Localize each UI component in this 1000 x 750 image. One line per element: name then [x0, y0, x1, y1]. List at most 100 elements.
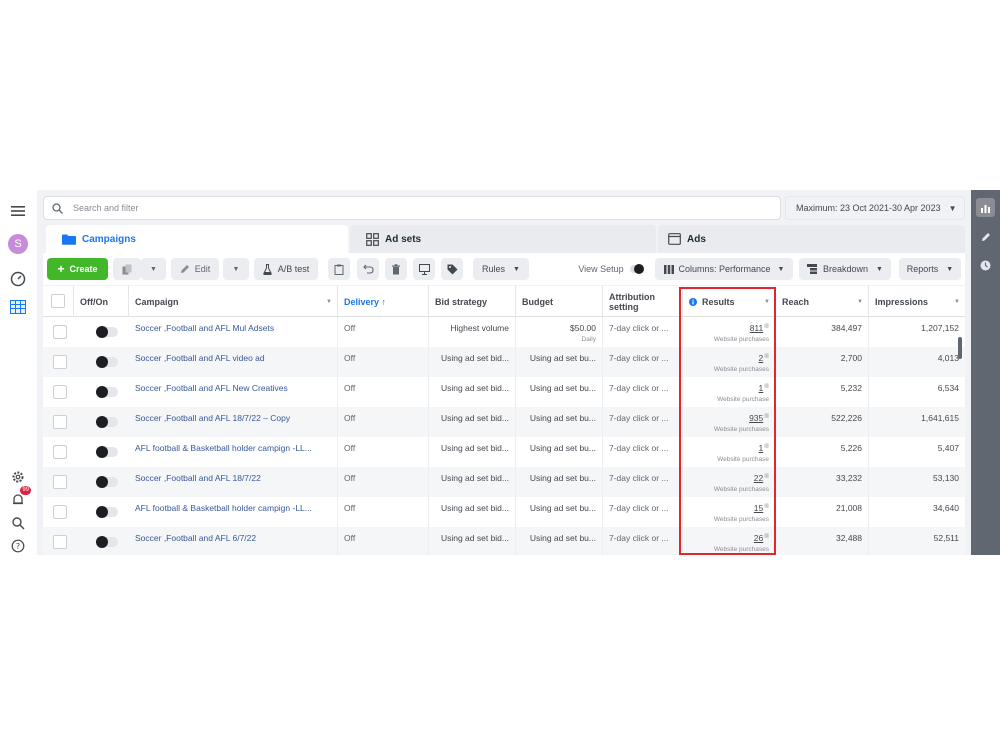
- results-cell[interactable]: 811▥ Website purchases: [683, 317, 776, 347]
- folder-icon: [62, 234, 76, 245]
- results-cell[interactable]: 15▥ Website purchases: [683, 497, 776, 527]
- tab-campaigns[interactable]: Campaigns: [46, 225, 348, 253]
- archive-button[interactable]: [328, 258, 350, 280]
- pencil-icon[interactable]: [976, 227, 995, 246]
- row-checkbox[interactable]: [53, 355, 67, 369]
- campaign-name-link[interactable]: Soccer ,Football and AFL 18/7/22 – Copy: [129, 407, 338, 437]
- bar-chart-icon: ▥: [764, 383, 769, 389]
- row-checkbox[interactable]: [53, 505, 67, 519]
- table-row[interactable]: Soccer ,Football and AFL Mul Adsets Off …: [43, 317, 965, 347]
- attribution-cell: 7-day click or ...: [603, 347, 683, 377]
- select-all-checkbox[interactable]: [51, 294, 65, 308]
- row-checkbox[interactable]: [53, 475, 67, 489]
- campaign-toggle[interactable]: [96, 506, 118, 518]
- row-checkbox[interactable]: [53, 535, 67, 549]
- menu-icon[interactable]: [7, 200, 29, 222]
- tag-button[interactable]: [441, 258, 463, 280]
- campaign-name-link[interactable]: AFL football & Basketball holder campign…: [129, 437, 338, 467]
- account-avatar[interactable]: S: [7, 233, 29, 255]
- header-reach[interactable]: Reach ▼: [776, 286, 869, 317]
- results-cell[interactable]: 26▥ Website purchases: [683, 527, 776, 555]
- tab-ads[interactable]: Ads: [658, 225, 965, 253]
- view-setup-label: View Setup: [578, 264, 624, 274]
- campaign-name-link[interactable]: Soccer ,Football and AFL New Creatives: [129, 377, 338, 407]
- row-checkbox[interactable]: [53, 415, 67, 429]
- table-row[interactable]: Soccer ,Football and AFL 18/7/22 – Copy …: [43, 407, 965, 437]
- bar-chart-icon[interactable]: [976, 198, 995, 217]
- breakdown-icon: [807, 264, 818, 274]
- info-icon: [689, 297, 697, 306]
- attribution-cell: 7-day click or ...: [603, 317, 683, 347]
- dashboard-gauge-icon[interactable]: [7, 268, 29, 290]
- search-filter-field[interactable]: Search and filter: [43, 196, 781, 220]
- delivery-cell: Off: [338, 407, 429, 437]
- results-cell[interactable]: 22▥ Website purchases: [683, 467, 776, 497]
- campaign-name-link[interactable]: Soccer ,Football and AFL 18/7/22: [129, 467, 338, 497]
- table-row[interactable]: Soccer ,Football and AFL 6/7/22 Off Usin…: [43, 527, 965, 555]
- table-row[interactable]: Soccer ,Football and AFL video ad Off Us…: [43, 347, 965, 377]
- left-navigation-rail: S 99 ?: [0, 190, 37, 555]
- results-sub: Website purchases: [713, 546, 769, 553]
- results-cell[interactable]: 935▥ Website purchases: [683, 407, 776, 437]
- settings-gear-icon[interactable]: [7, 466, 29, 488]
- results-cell[interactable]: 1▥ Website purchase: [683, 377, 776, 407]
- table-scrollbar[interactable]: [958, 337, 962, 359]
- notifications-bell-icon[interactable]: 99: [7, 486, 31, 511]
- header-delivery[interactable]: Delivery ↑: [338, 286, 429, 317]
- campaign-toggle[interactable]: [96, 356, 118, 368]
- campaign-name-link[interactable]: Soccer ,Football and AFL video ad: [129, 347, 338, 377]
- campaign-toggle[interactable]: [96, 326, 118, 338]
- search-icon[interactable]: [7, 512, 29, 534]
- history-clock-icon[interactable]: [976, 256, 995, 275]
- impressions-cell: 1,641,615: [921, 413, 959, 423]
- results-cell[interactable]: 2▥ Website purchases: [683, 347, 776, 377]
- reach-cell: 5,232: [776, 377, 869, 407]
- table-row[interactable]: AFL football & Basketball holder campign…: [43, 497, 965, 527]
- campaign-toggle[interactable]: [96, 476, 118, 488]
- results-cell[interactable]: 1▥ Website purchase: [683, 437, 776, 467]
- edit-button[interactable]: Edit: [171, 258, 219, 280]
- row-checkbox[interactable]: [53, 385, 67, 399]
- campaign-toggle[interactable]: [96, 536, 118, 548]
- table-row[interactable]: Soccer ,Football and AFL New Creatives O…: [43, 377, 965, 407]
- attribution-cell: 7-day click or ...: [603, 437, 683, 467]
- table-row[interactable]: AFL football & Basketball holder campign…: [43, 437, 965, 467]
- header-attribution-setting[interactable]: Attribution setting: [603, 286, 683, 317]
- delete-button[interactable]: [385, 258, 407, 280]
- row-checkbox[interactable]: [53, 325, 67, 339]
- view-setup-toggle[interactable]: View Setup: [571, 258, 651, 280]
- create-button[interactable]: + Create: [47, 258, 108, 280]
- header-results[interactable]: Results ▼: [683, 286, 776, 317]
- campaign-name-link[interactable]: Soccer ,Football and AFL Mul Adsets: [129, 317, 338, 347]
- campaign-name-link[interactable]: AFL football & Basketball holder campign…: [129, 497, 338, 527]
- campaign-toggle[interactable]: [96, 386, 118, 398]
- date-range-picker[interactable]: Maximum: 23 Oct 2021-30 Apr 2023 ▼: [785, 196, 965, 220]
- date-range-label: Maximum: 23 Oct 2021-30 Apr 2023: [796, 203, 941, 213]
- undo-button[interactable]: [357, 258, 379, 280]
- sort-caret-icon: ▼: [326, 298, 332, 305]
- header-budget[interactable]: Budget: [516, 286, 603, 317]
- columns-dropdown[interactable]: Columns: Performance ▼: [655, 258, 793, 280]
- campaign-name-link[interactable]: Soccer ,Football and AFL 6/7/22: [129, 527, 338, 555]
- campaigns-table-icon[interactable]: [7, 296, 29, 318]
- help-icon[interactable]: ?: [7, 535, 29, 557]
- edit-dropdown[interactable]: ▼: [223, 258, 249, 280]
- row-checkbox[interactable]: [53, 445, 67, 459]
- view-setup-switch: [629, 264, 644, 274]
- campaign-toggle[interactable]: [96, 416, 118, 428]
- ab-test-button[interactable]: A/B test: [254, 258, 318, 280]
- preview-button[interactable]: [413, 258, 435, 280]
- tab-ad-sets[interactable]: Ad sets: [350, 225, 656, 253]
- breakdown-dropdown[interactable]: Breakdown ▼: [799, 258, 891, 280]
- table-row[interactable]: Soccer ,Football and AFL 18/7/22 Off Usi…: [43, 467, 965, 497]
- reports-dropdown[interactable]: Reports ▼: [899, 258, 961, 280]
- duplicate-icon: [122, 264, 131, 274]
- header-impressions[interactable]: Impressions ▼: [869, 286, 965, 317]
- rules-dropdown[interactable]: Rules ▼: [473, 258, 529, 280]
- header-bid-strategy[interactable]: Bid strategy: [429, 286, 516, 317]
- campaign-toggle[interactable]: [96, 446, 118, 458]
- bid-strategy-cell: Using ad set bid...: [429, 497, 516, 527]
- duplicate-button[interactable]: [113, 258, 141, 280]
- header-campaign[interactable]: Campaign ▼: [129, 286, 338, 317]
- duplicate-dropdown[interactable]: ▼: [141, 258, 166, 280]
